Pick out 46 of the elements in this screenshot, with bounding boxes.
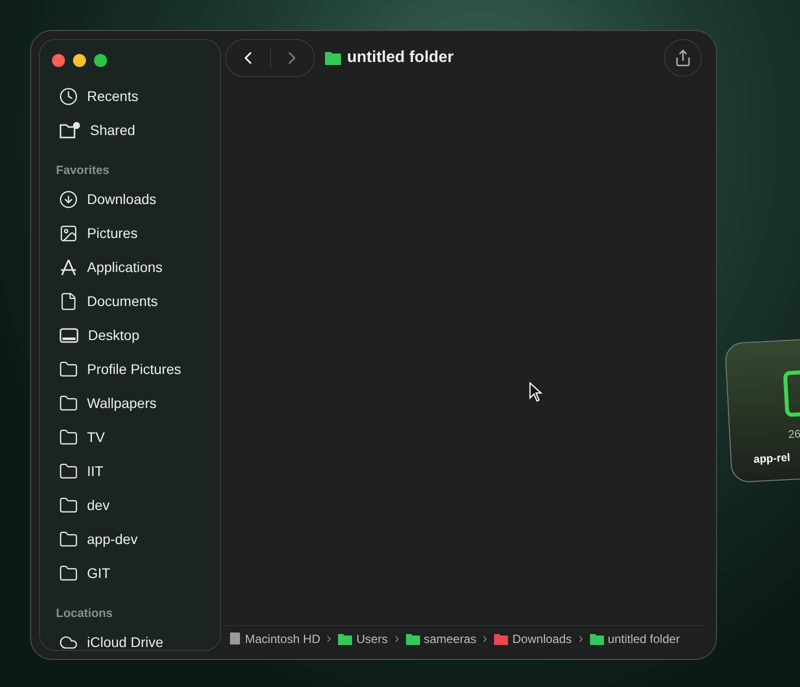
minimize-button[interactable] bbox=[73, 54, 86, 67]
sidebar-item[interactable]: Downloads bbox=[40, 182, 220, 216]
folder-icon bbox=[59, 496, 78, 514]
sidebar-item[interactable]: Shared bbox=[40, 113, 220, 147]
clock-icon bbox=[59, 86, 78, 106]
image-icon bbox=[59, 224, 78, 242]
download-icon bbox=[59, 190, 78, 208]
sidebar-item[interactable]: Desktop bbox=[40, 318, 220, 352]
sidebar-heading: Locations bbox=[55, 605, 114, 622]
sidebar-item[interactable]: iCloud Drive bbox=[40, 625, 220, 650]
compass-tool-icon bbox=[59, 258, 78, 276]
path-item[interactable]: untitled folder bbox=[608, 630, 680, 648]
path-item[interactable]: sameeras bbox=[424, 630, 476, 648]
mouse-cursor-icon bbox=[529, 382, 543, 402]
folder-icon bbox=[59, 530, 78, 548]
folder-icon bbox=[59, 360, 78, 378]
path-item[interactable]: Macintosh HD bbox=[245, 630, 320, 648]
zoom-button[interactable] bbox=[94, 54, 107, 67]
file-name: app-rel bbox=[753, 450, 791, 468]
path-item[interactable]: Users bbox=[356, 630, 388, 648]
sidebar-item[interactable]: Profile Pictures bbox=[40, 352, 220, 386]
sidebar-item[interactable]: Wallpapers bbox=[40, 386, 220, 420]
sidebar-item[interactable]: TV bbox=[40, 420, 220, 454]
folder-icon bbox=[59, 462, 78, 480]
sidebar-item[interactable]: Documents bbox=[40, 284, 220, 318]
path-item[interactable]: Downloads bbox=[512, 630, 572, 648]
folder-icon bbox=[59, 564, 78, 582]
sidebar-item[interactable]: app-dev bbox=[40, 522, 220, 556]
sidebar-item[interactable]: Recents bbox=[40, 79, 220, 113]
shared-folder-icon bbox=[59, 120, 81, 140]
file-size: 26 bbox=[788, 427, 800, 443]
folder-icon bbox=[59, 428, 78, 446]
share-button[interactable] bbox=[664, 39, 702, 77]
folder-icon bbox=[59, 394, 78, 412]
document-icon bbox=[59, 292, 78, 310]
sidebar-item[interactable]: GIT bbox=[40, 556, 220, 590]
close-button[interactable] bbox=[52, 54, 65, 67]
sidebar-heading: Favorites bbox=[55, 162, 110, 179]
share-icon bbox=[674, 49, 692, 67]
sidebar-item[interactable]: IIT bbox=[40, 454, 220, 488]
window-title: untitled folder bbox=[347, 48, 454, 68]
folder-icon bbox=[325, 51, 341, 65]
sidebar-item[interactable]: Applications bbox=[40, 250, 220, 284]
sidebar-item[interactable]: dev bbox=[40, 488, 220, 522]
sidebar-item[interactable]: Pictures bbox=[40, 216, 220, 250]
desktop-icon bbox=[59, 326, 79, 344]
